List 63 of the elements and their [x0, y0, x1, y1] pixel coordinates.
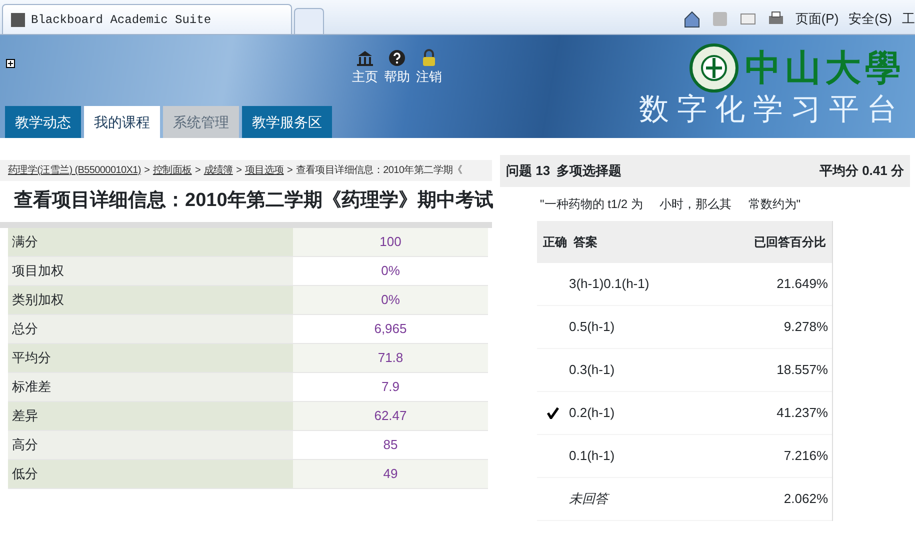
question-number: 问题 13 [506, 162, 550, 180]
breadcrumb-separator: > [287, 165, 293, 176]
header-link[interactable]: 注销 [416, 49, 442, 86]
menu-button[interactable]: 安全(S) [848, 9, 892, 29]
question-text: "一种药物的 t1/2 为 小时，那么其 常数约为" [539, 196, 802, 213]
stat-label: 类别加权 [8, 286, 293, 314]
stat-value: 62.47 [293, 402, 488, 430]
breadcrumb-separator: > [236, 165, 242, 176]
stat-label: 低分 [8, 460, 293, 488]
answer-percent: 18.557% [776, 361, 828, 380]
browser-tab[interactable]: Blackboard Academic Suite [2, 4, 292, 34]
tab-title: Blackboard Academic Suite [31, 12, 212, 28]
museum-icon [356, 49, 374, 67]
page-title: 查看项目详细信息：2010年第二学期《药理学》期中考试 [14, 188, 494, 213]
average-score: 平均分 0.41 分 [819, 162, 904, 180]
help-icon [388, 49, 406, 67]
breadcrumb-link[interactable]: 项目选项 [244, 165, 284, 176]
stat-label: 平均分 [8, 344, 293, 372]
stat-label: 项目加权 [8, 256, 293, 286]
answer-percent: 7.216% [784, 447, 828, 466]
nav-tab[interactable]: 教学服务区 [242, 106, 332, 138]
question-type: 多项选择题 [556, 162, 622, 180]
home-icon[interactable] [683, 10, 702, 28]
platform-name: 数字化学习平台 [639, 93, 905, 127]
column-header: 正确 [543, 234, 567, 251]
answer-percent: 9.278% [784, 318, 828, 336]
answer-text: 0.1(h-1) [569, 447, 615, 466]
expand-icon[interactable] [6, 59, 15, 68]
column-header: 答案 [574, 234, 598, 251]
site-icon [11, 12, 25, 26]
answer-percent: 41.237% [776, 404, 828, 422]
stat-label: 差异 [8, 402, 293, 430]
breadcrumb-link[interactable]: 控制面板 [152, 165, 192, 176]
menu-button[interactable]: 工 [902, 9, 915, 29]
stat-label: 总分 [8, 314, 293, 344]
breadcrumb-current: 查看项目详细信息：2010年第二学期《 [296, 165, 462, 176]
stat-value: 49 [293, 460, 488, 488]
answer-percent: 2.062% [784, 490, 828, 508]
stat-value: 0% [293, 286, 488, 314]
university-seal-icon [688, 43, 738, 93]
stat-value: 71.8 [293, 344, 488, 372]
header-link[interactable]: 主页 [352, 49, 378, 86]
header-link[interactable]: 帮助 [384, 49, 410, 86]
menu-button[interactable]: 页面(P) [795, 9, 839, 29]
answer-text: 0.2(h-1) [569, 404, 615, 422]
answer-text: 3(h-1)0.1(h-1) [569, 275, 650, 294]
breadcrumb-link[interactable]: 药理学(汪雪兰) (B55000010X1) [8, 165, 141, 176]
answer-text: 0.5(h-1) [569, 318, 615, 336]
answer-percent: 21.649% [776, 275, 828, 294]
stat-label: 高分 [8, 430, 293, 460]
answer-text: 0.3(h-1) [569, 361, 615, 380]
stat-label: 标准差 [8, 372, 293, 402]
university-name: 中山大學 [745, 48, 905, 88]
breadcrumb-separator: > [195, 165, 201, 176]
breadcrumb-link[interactable]: 成绩簿 [204, 165, 233, 176]
answer-text: 未回答 [569, 490, 608, 508]
padlock-icon [420, 49, 438, 67]
stat-value: 100 [293, 228, 488, 256]
nav-tab[interactable]: 教学动态 [5, 106, 81, 138]
breadcrumb-separator: > [144, 165, 150, 176]
stat-label: 满分 [8, 228, 293, 256]
column-header: 已回答百分比 [754, 234, 826, 251]
nav-tab[interactable]: 我的课程 [84, 106, 160, 138]
